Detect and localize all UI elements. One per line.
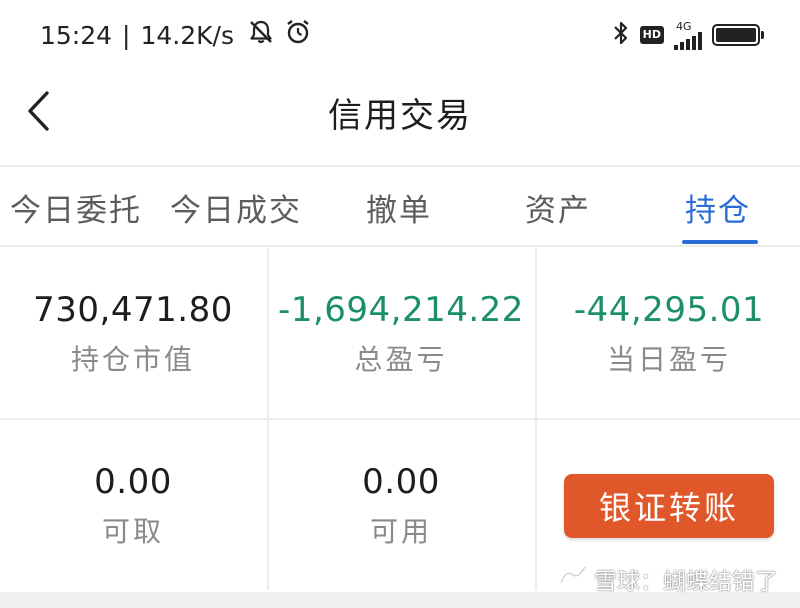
market-value: 730,471.80 <box>33 290 233 330</box>
tab-bar: 今日委托 今日成交 撤单 资产 持仓 <box>0 167 800 247</box>
status-separator: | <box>122 20 131 50</box>
snowball-logo-icon <box>558 563 588 595</box>
page-title: 信用交易 <box>328 95 472 136</box>
battery-icon <box>712 24 764 46</box>
summary-row: 730,471.80 持仓市值 -1,694,214.22 总盈亏 -44,29… <box>0 248 800 420</box>
back-arrow-icon <box>25 90 51 136</box>
hd-icon: HD <box>639 26 664 44</box>
available-label: 可用 <box>369 515 432 548</box>
total-pnl-value: -1,694,214.22 <box>278 290 524 330</box>
available-cell: 0.00 可用 <box>267 420 533 590</box>
total-pnl-cell: -1,694,214.22 总盈亏 <box>267 248 533 418</box>
screen: 15:24 | 14.2K/s HD 4G 信用交易 今日委托 今日成交 撤单 … <box>0 0 800 608</box>
bank-transfer-button[interactable]: 银证转账 <box>564 474 774 538</box>
tab-today-deals[interactable]: 今日成交 <box>170 185 302 230</box>
tab-today-orders[interactable]: 今日委托 <box>10 185 142 230</box>
signal-icon: 4G <box>674 21 702 50</box>
status-right: HD 4G <box>612 20 764 50</box>
summary-grid: 730,471.80 持仓市值 -1,694,214.22 总盈亏 -44,29… <box>0 248 800 592</box>
total-pnl-label: 总盈亏 <box>354 343 448 376</box>
status-icons-left <box>248 18 312 52</box>
watermark-text: 雪球：蝴蝶结错了 <box>594 569 778 595</box>
watermark: 雪球：蝴蝶结错了 <box>558 562 778 596</box>
withdrawable-cell: 0.00 可取 <box>0 420 266 590</box>
net-speed: 14.2K/s <box>140 20 234 50</box>
alarm-icon <box>284 18 312 52</box>
tab-positions[interactable]: 持仓 <box>685 185 751 230</box>
status-bar: 15:24 | 14.2K/s HD 4G <box>0 0 800 70</box>
bluetooth-icon <box>612 20 630 50</box>
withdrawable-label: 可取 <box>101 515 164 548</box>
network-type: 4G <box>676 19 692 33</box>
today-pnl-label: 当日盈亏 <box>606 343 731 376</box>
market-value-cell: 730,471.80 持仓市值 <box>0 248 266 418</box>
status-time: 15:24 <box>40 20 113 50</box>
status-left: 15:24 | 14.2K/s <box>40 18 312 52</box>
available-value: 0.00 <box>362 462 440 502</box>
muted-bell-icon <box>248 19 274 51</box>
withdrawable-value: 0.00 <box>94 462 172 502</box>
back-button[interactable] <box>18 90 58 136</box>
today-pnl-value: -44,295.01 <box>573 290 765 330</box>
signal-bars <box>674 31 702 50</box>
tab-cancel[interactable]: 撤单 <box>366 185 432 230</box>
today-pnl-cell: -44,295.01 当日盈亏 <box>535 248 800 418</box>
market-value-label: 持仓市值 <box>70 343 195 376</box>
nav-bar: 信用交易 <box>0 70 800 166</box>
active-tab-indicator <box>682 240 758 244</box>
tab-assets[interactable]: 资产 <box>525 185 591 230</box>
